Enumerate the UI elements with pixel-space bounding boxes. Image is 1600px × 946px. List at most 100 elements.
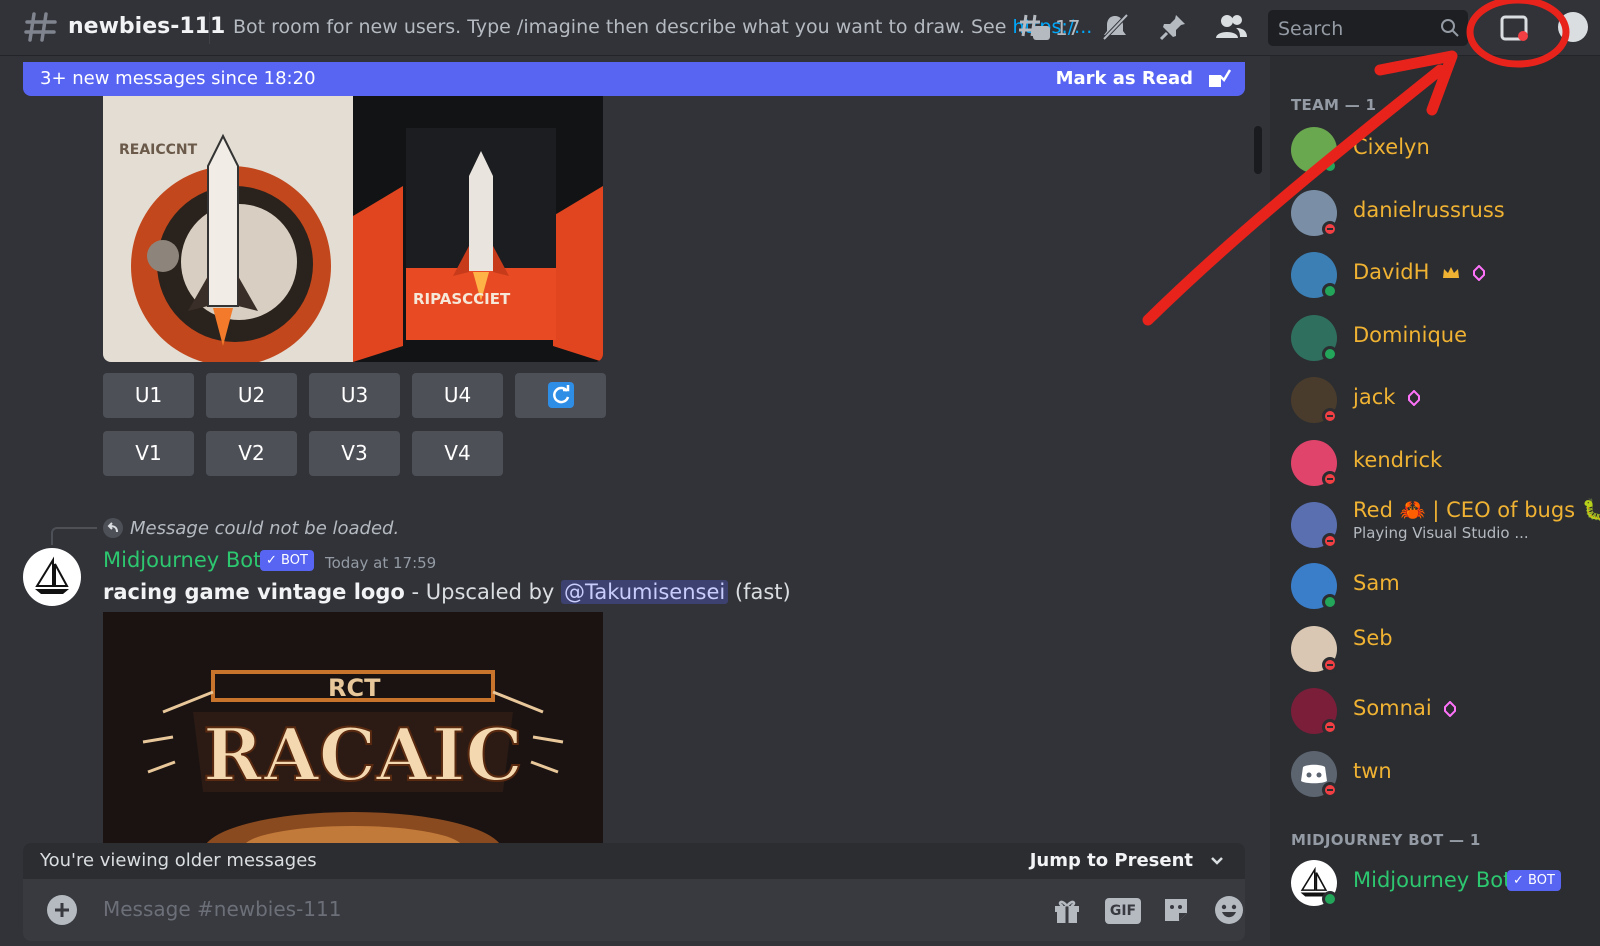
header-divider (209, 12, 210, 44)
hashtag-channel-icon (24, 12, 57, 42)
member-activity: Playing Visual Studio ... (1353, 524, 1529, 542)
new-messages-text: 3+ new messages since 18:20 (40, 68, 316, 89)
bot-badge: ✓ BOT (1507, 870, 1561, 891)
member-item[interactable]: Somnai (1291, 686, 1591, 736)
status-online-icon (1322, 594, 1338, 610)
sticker-icon[interactable] (1160, 894, 1192, 926)
member-item[interactable]: Midjourney Bot ✓ BOT (1291, 858, 1591, 908)
new-messages-banner[interactable]: 3+ new messages since 18:20 Mark as Read (23, 62, 1245, 96)
status-dnd-icon (1322, 408, 1338, 424)
member-item[interactable]: Seb (1291, 624, 1591, 674)
member-item[interactable]: Red 🦀 | CEO of bugs 🐛 Playing Visual Stu… (1291, 494, 1600, 549)
status-online-icon (1322, 283, 1338, 299)
logo-top-text: RCT (328, 674, 381, 702)
member-name: Dominique (1353, 323, 1468, 347)
variation-4-button[interactable]: V4 (412, 431, 503, 476)
generated-image-grid[interactable]: REAICCNT RIPASCCIET (103, 96, 603, 362)
nitro-boost-icon (1408, 390, 1421, 406)
status-online-icon (1322, 891, 1338, 907)
refresh-icon (547, 382, 574, 408)
poster-right-title: RIPASCCIET (413, 290, 511, 308)
status-dnd-icon (1322, 533, 1338, 549)
status-dnd-icon (1322, 657, 1338, 673)
gif-button[interactable]: GIF (1105, 898, 1141, 924)
emoji-icon[interactable] (1213, 894, 1245, 926)
member-name: Cixelyn (1353, 135, 1430, 159)
reply-connector (51, 527, 97, 545)
search-input[interactable]: Search (1268, 10, 1468, 46)
message-input[interactable]: Message #newbies-111 (103, 897, 341, 921)
status-online-icon (1322, 158, 1338, 174)
upscale-3-button[interactable]: U3 (309, 373, 400, 418)
member-item[interactable]: DavidH (1291, 250, 1591, 300)
mute-bell-icon[interactable] (1100, 12, 1130, 42)
channel-header: newbies-111 Bot room for new users. Type… (0, 0, 1600, 56)
member-list: TEAM — 1 Cixelyn danielrussruss DavidH D… (1270, 56, 1600, 946)
mark-as-read-button[interactable]: Mark as Read (1056, 68, 1193, 89)
channel-topic[interactable]: Bot room for new users. Type /imagine th… (233, 16, 1092, 38)
help-icon[interactable] (1558, 12, 1588, 42)
member-name-row: Somnai (1353, 696, 1457, 720)
status-dnd-icon (1322, 782, 1338, 798)
poster-left-title: REAICCNT (119, 142, 198, 158)
status-online-icon (1322, 346, 1338, 362)
reroll-button[interactable] (515, 373, 606, 418)
pin-icon[interactable] (1158, 12, 1188, 42)
topic-text: Bot room for new users. Type /imagine th… (233, 16, 1013, 38)
member-name: danielrussruss (1353, 198, 1505, 222)
member-item[interactable]: jack (1291, 375, 1591, 425)
reply-reference[interactable]: Message could not be loaded. (102, 517, 399, 539)
search-placeholder: Search (1278, 18, 1344, 40)
member-item[interactable]: danielrussruss (1291, 188, 1591, 238)
variation-2-button[interactable]: V2 (206, 431, 297, 476)
variation-1-button[interactable]: V1 (103, 431, 194, 476)
racing-logo-image: RCT RACAIC (103, 612, 603, 882)
member-name: Sam (1353, 571, 1400, 595)
member-item[interactable]: kendrick (1291, 438, 1591, 488)
attach-plus-icon[interactable] (47, 895, 77, 925)
message-content: racing game vintage logo - Upscaled by @… (103, 580, 791, 604)
upscaled-image[interactable]: RCT RACAIC (103, 612, 603, 882)
member-name-row: DavidH (1353, 260, 1485, 284)
member-section-bot: MIDJOURNEY BOT — 1 (1291, 831, 1481, 849)
reply-icon (103, 518, 123, 538)
older-messages-bar: You're viewing older messages Jump to Pr… (23, 843, 1245, 879)
member-name: Midjourney Bot (1353, 868, 1512, 892)
member-name: Red 🦀 | CEO of bugs 🐛 (1353, 498, 1600, 522)
member-name: DavidH (1353, 260, 1430, 284)
member-item[interactable]: Sam (1291, 561, 1591, 611)
nitro-boost-icon (1472, 265, 1485, 281)
status-dnd-icon (1322, 719, 1338, 735)
reply-text: Message could not be loaded. (130, 517, 400, 539)
mark-read-icon[interactable] (1207, 67, 1231, 91)
member-name: Somnai (1353, 696, 1432, 720)
sailboat-icon (35, 556, 69, 594)
member-item[interactable]: twn (1291, 749, 1591, 799)
member-item[interactable]: Dominique (1291, 313, 1591, 363)
gift-icon[interactable] (1051, 894, 1083, 926)
nitro-boost-icon (1444, 701, 1457, 717)
message-author[interactable]: Midjourney Bot (103, 548, 261, 572)
older-messages-text: You're viewing older messages (40, 850, 317, 871)
member-name: kendrick (1353, 448, 1443, 472)
upscale-4-button[interactable]: U4 (412, 373, 503, 418)
inbox-icon[interactable] (1499, 13, 1529, 43)
jump-to-present-button[interactable]: Jump to Present (1030, 850, 1193, 871)
variation-3-button[interactable]: V3 (309, 431, 400, 476)
message-timestamp: Today at 17:59 (325, 554, 437, 572)
status-dnd-icon (1322, 471, 1338, 487)
member-list-icon[interactable] (1214, 12, 1248, 42)
chevron-down-icon[interactable] (1209, 853, 1225, 869)
member-name-row: jack (1353, 385, 1421, 409)
message-composer[interactable]: Message #newbies-111 GIF (23, 879, 1245, 941)
message-suffix: (fast) (728, 580, 791, 604)
rocket-poster-image: REAICCNT RIPASCCIET (103, 96, 603, 362)
midjourney-bot-avatar[interactable] (23, 548, 81, 606)
upscale-2-button[interactable]: U2 (206, 373, 297, 418)
threads-icon[interactable] (1018, 12, 1052, 44)
member-name: jack (1353, 385, 1396, 409)
chat-scrollbar[interactable] (1254, 126, 1262, 174)
member-item[interactable]: Cixelyn (1291, 125, 1591, 175)
upscale-1-button[interactable]: U1 (103, 373, 194, 418)
user-mention[interactable]: @Takumisensei (561, 580, 729, 604)
